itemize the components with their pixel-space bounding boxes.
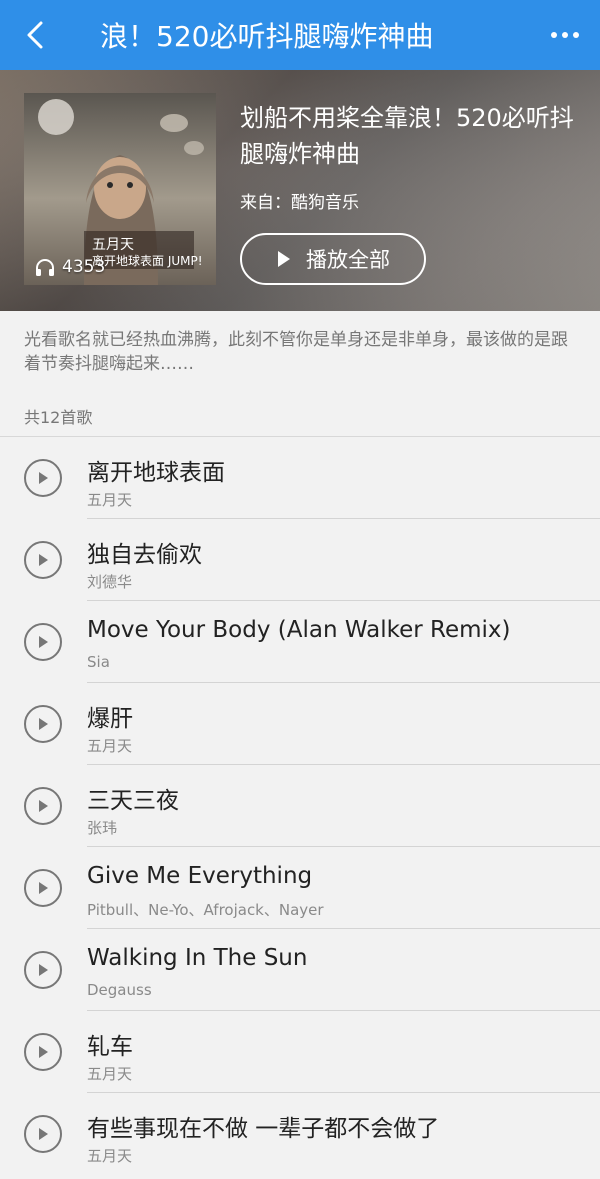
song-play-button[interactable] [24, 623, 62, 661]
song-title: Move Your Body (Alan Walker Remix) [87, 617, 511, 643]
song-title: Walking In The Sun [87, 945, 308, 971]
song-title: 三天三夜 [87, 788, 179, 814]
song-play-button[interactable] [24, 541, 62, 579]
playlist-header: 五月天 离开地球表面 JUMP! 4353 划船不用桨全靠浪！520必听抖腿嗨炸… [0, 70, 600, 311]
song-artist: 五月天 [87, 737, 133, 755]
song-row[interactable]: 三天三夜 张玮 [0, 765, 600, 847]
song-row[interactable]: 有些事现在不做 一辈子都不会做了 五月天 [0, 1093, 600, 1175]
play-icon [39, 554, 48, 566]
play-icon [39, 1128, 48, 1140]
song-row[interactable]: 独自去偷欢 刘德华 [0, 519, 600, 601]
song-artist: Sia [87, 653, 110, 671]
song-title: 独自去偷欢 [87, 542, 202, 568]
song-row[interactable]: Walking In The Sun Degauss [0, 929, 600, 1011]
playlist-info: 划船不用桨全靠浪！520必听抖腿嗨炸神曲 来自：酷狗音乐 播放全部 [240, 100, 580, 285]
song-row[interactable]: 爆肝 五月天 [0, 683, 600, 765]
song-row[interactable]: 轧车 五月天 [0, 1011, 600, 1093]
play-icon [39, 636, 48, 648]
song-title: 有些事现在不做 一辈子都不会做了 [87, 1116, 440, 1142]
play-icon [39, 718, 48, 730]
song-play-button[interactable] [24, 869, 62, 907]
playlist-cover[interactable]: 五月天 离开地球表面 JUMP! 4353 [24, 93, 216, 285]
song-play-button[interactable] [24, 459, 62, 497]
top-bar: 浪！520必听抖腿嗨炸神曲 [0, 0, 600, 70]
song-artist: 五月天 [87, 1065, 133, 1083]
play-icon [278, 251, 290, 267]
play-icon [39, 472, 48, 484]
more-button[interactable] [530, 0, 600, 70]
song-count: 共12首歌 [24, 408, 93, 427]
song-artist: Degauss [87, 981, 152, 999]
play-all-label: 播放全部 [306, 248, 390, 272]
song-title: 爆肝 [87, 706, 133, 732]
song-artist: 五月天 [87, 491, 133, 509]
song-artist: 五月天 [87, 1147, 133, 1165]
svg-text:离开地球表面 JUMP!: 离开地球表面 JUMP! [92, 253, 203, 268]
song-play-button[interactable] [24, 951, 62, 989]
song-title: Give Me Everything [87, 863, 313, 889]
song-list: 离开地球表面 五月天 独自去偷欢 刘德华 Move Your Body (Ala… [0, 437, 600, 1175]
svg-text:五月天: 五月天 [92, 237, 134, 253]
playlist-source: 来自：酷狗音乐 [240, 193, 359, 213]
song-play-button[interactable] [24, 787, 62, 825]
back-icon [27, 21, 43, 49]
song-artist: 刘德华 [87, 573, 133, 591]
back-button[interactable] [0, 0, 70, 70]
song-row[interactable]: Give Me Everything Pitbull、Ne-Yo、Afrojac… [0, 847, 600, 929]
song-row[interactable]: 离开地球表面 五月天 [0, 437, 600, 519]
song-play-button[interactable] [24, 1115, 62, 1153]
play-icon [39, 1046, 48, 1058]
more-icon [551, 32, 579, 38]
play-all-button[interactable]: 播放全部 [240, 233, 426, 285]
play-icon [39, 882, 48, 894]
play-icon [39, 800, 48, 812]
song-artist: Pitbull、Ne-Yo、Afrojack、Nayer [87, 901, 324, 919]
song-play-button[interactable] [24, 705, 62, 743]
play-icon [39, 964, 48, 976]
song-title: 轧车 [87, 1034, 133, 1060]
song-title: 离开地球表面 [87, 460, 225, 486]
play-count: 4353 [34, 257, 105, 277]
song-artist: 张玮 [87, 819, 118, 837]
page-title: 浪！520必听抖腿嗨炸神曲 [100, 20, 434, 53]
headphones-icon [36, 259, 54, 276]
song-row[interactable]: Move Your Body (Alan Walker Remix) Sia [0, 601, 600, 683]
song-play-button[interactable] [24, 1033, 62, 1071]
playlist-description: 光看歌名就已经热血沸腾，此刻不管你是单身还是非单身，最该做的是跟着节奏抖腿嗨起来… [24, 330, 568, 374]
playlist-name: 划船不用桨全靠浪！520必听抖腿嗨炸神曲 [240, 104, 574, 168]
play-count-value: 4353 [62, 257, 106, 277]
